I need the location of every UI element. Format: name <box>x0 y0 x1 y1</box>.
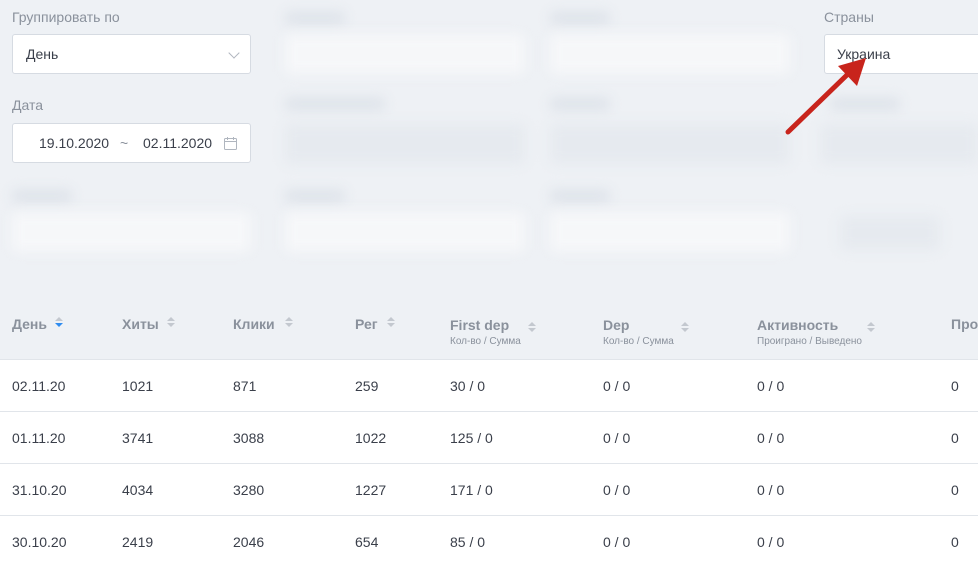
obscured-label <box>285 98 385 110</box>
date-from[interactable]: 19.10.2020 <box>39 135 109 151</box>
obscured-field <box>550 124 790 164</box>
cell-hits: 1021 <box>122 378 154 394</box>
group-by-label: Группировать по <box>12 9 120 25</box>
countries-label: Страны <box>824 9 874 25</box>
table-row[interactable]: 31.10.20 4034 3280 1227 171 / 0 0 / 0 0 … <box>0 464 978 516</box>
chevron-down-icon <box>228 47 240 59</box>
calendar-icon <box>224 137 237 150</box>
column-subheader: Кол-во / Сумма <box>603 336 674 347</box>
obscured-label <box>285 190 345 202</box>
cell-clicks: 3280 <box>233 482 265 498</box>
obscured-label <box>285 12 345 24</box>
cell-reg: 654 <box>355 534 379 550</box>
table-row[interactable]: 01.11.20 3741 3088 1022 125 / 0 0 / 0 0 … <box>0 412 978 464</box>
cell-first-dep: 85 / 0 <box>450 534 486 550</box>
date-label: Дата <box>12 97 44 113</box>
cell-truncated: 0 <box>951 378 959 394</box>
cell-activity: 0 / 0 <box>757 482 785 498</box>
date-separator: ~ <box>120 135 129 151</box>
cell-reg: 1022 <box>355 430 387 446</box>
cell-activity: 0 / 0 <box>757 534 785 550</box>
obscured-label <box>830 98 900 110</box>
column-header-first-dep[interactable]: First dep Кол-во / Сумма <box>450 317 536 347</box>
cell-day: 01.11.20 <box>12 430 66 446</box>
cell-day: 02.11.20 <box>12 378 66 394</box>
column-header-truncated[interactable]: Про <box>951 316 978 332</box>
obscured-field <box>550 34 790 74</box>
sort-icon[interactable] <box>867 321 875 335</box>
cell-hits: 2419 <box>122 534 154 550</box>
filters-panel: Группировать по День Дата 19.10.2020 ~ 0… <box>0 0 978 290</box>
cell-clicks: 3088 <box>233 430 265 446</box>
obscured-field <box>285 124 525 164</box>
cell-hits: 3741 <box>122 430 154 446</box>
obscured-label <box>550 12 610 24</box>
cell-dep: 0 / 0 <box>603 378 631 394</box>
cell-first-dep: 125 / 0 <box>450 430 493 446</box>
obscured-label <box>550 98 610 110</box>
column-header-day[interactable]: День <box>12 316 63 332</box>
column-header-clicks[interactable]: Клики <box>233 316 293 332</box>
cell-truncated: 0 <box>951 534 959 550</box>
obscured-field <box>12 212 251 252</box>
cell-reg: 259 <box>355 378 379 394</box>
obscured-label <box>550 190 610 202</box>
sort-icon[interactable] <box>285 316 293 330</box>
obscured-field <box>285 212 525 252</box>
cell-reg: 1227 <box>355 482 387 498</box>
column-header-activity[interactable]: Активность Проиграно / Выведено <box>757 317 875 347</box>
sort-icon[interactable] <box>167 316 175 330</box>
cell-dep: 0 / 0 <box>603 430 631 446</box>
table-row[interactable]: 02.11.20 1021 871 259 30 / 0 0 / 0 0 / 0… <box>0 360 978 412</box>
sort-icon[interactable] <box>55 316 63 330</box>
obscured-field <box>550 212 790 252</box>
cell-truncated: 0 <box>951 430 959 446</box>
date-range-picker[interactable]: 19.10.2020 ~ 02.11.2020 <box>12 123 251 163</box>
cell-day: 31.10.20 <box>12 482 67 498</box>
sort-icon[interactable] <box>681 321 689 335</box>
cell-clicks: 2046 <box>233 534 265 550</box>
cell-activity: 0 / 0 <box>757 430 785 446</box>
obscured-label <box>12 190 72 202</box>
group-by-select[interactable]: День <box>12 34 251 74</box>
obscured-field <box>820 124 978 164</box>
cell-activity: 0 / 0 <box>757 378 785 394</box>
cell-hits: 4034 <box>122 482 154 498</box>
stats-table: День Хиты Клики Рег First dep Кол-во / С… <box>0 298 978 566</box>
sort-icon[interactable] <box>387 316 395 330</box>
column-header-dep[interactable]: Dep Кол-во / Сумма <box>603 317 689 347</box>
countries-value: Украина <box>837 46 891 62</box>
sort-icon[interactable] <box>528 321 536 335</box>
cell-dep: 0 / 0 <box>603 482 631 498</box>
cell-day: 30.10.20 <box>12 534 67 550</box>
obscured-field <box>285 34 525 74</box>
cell-dep: 0 / 0 <box>603 534 631 550</box>
cell-first-dep: 171 / 0 <box>450 482 493 498</box>
countries-select[interactable]: Украина <box>824 34 978 74</box>
column-subheader: Проиграно / Выведено <box>757 336 862 347</box>
cell-truncated: 0 <box>951 482 959 498</box>
cell-clicks: 871 <box>233 378 257 394</box>
table-row[interactable]: 30.10.20 2419 2046 654 85 / 0 0 / 0 0 / … <box>0 516 978 566</box>
obscured-button <box>840 216 940 250</box>
column-subheader: Кол-во / Сумма <box>450 336 521 347</box>
group-by-value: День <box>26 46 59 62</box>
table-header: День Хиты Клики Рег First dep Кол-во / С… <box>0 298 978 360</box>
cell-first-dep: 30 / 0 <box>450 378 486 394</box>
column-header-hits[interactable]: Хиты <box>122 316 175 332</box>
table-body: 02.11.20 1021 871 259 30 / 0 0 / 0 0 / 0… <box>0 360 978 566</box>
date-to[interactable]: 02.11.2020 <box>143 135 212 151</box>
column-header-reg[interactable]: Рег <box>355 316 395 332</box>
